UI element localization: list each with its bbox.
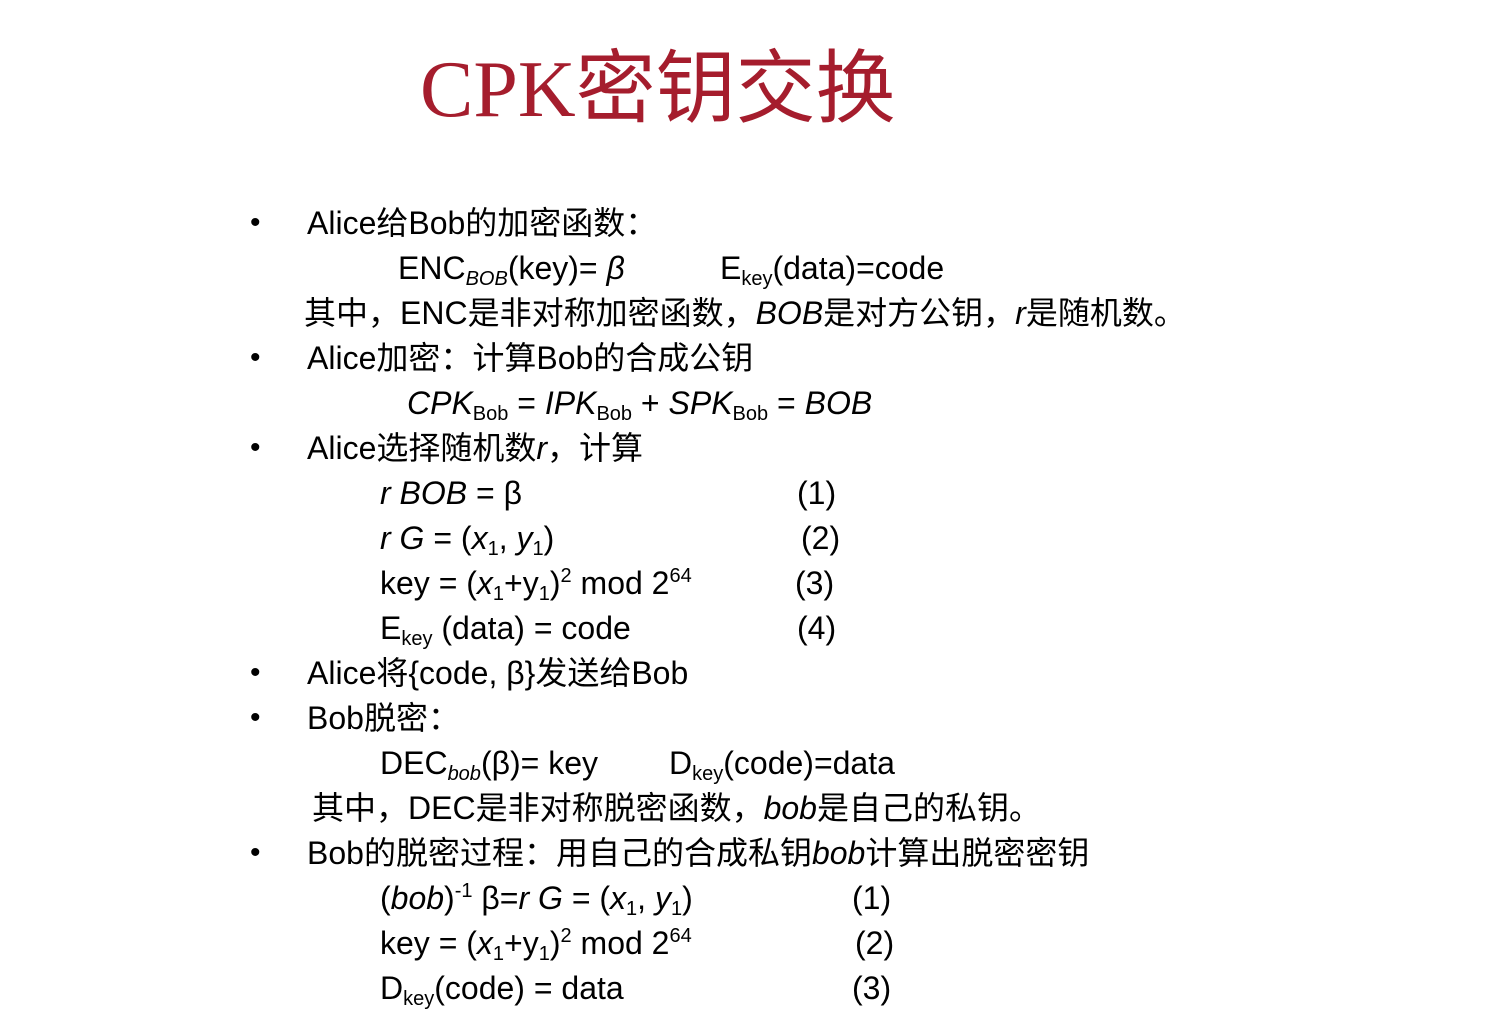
dec-formula: DECbob(β)= key — [380, 745, 599, 785]
enc-formula: ENCBOB(key)= β — [398, 250, 625, 290]
page-title: CPK密钥交换 — [420, 46, 896, 134]
bullet-dot: • — [250, 341, 261, 374]
bullet-2-text: Alice加密：计算Bob的合成公钥 — [307, 340, 754, 376]
bullet-dot: • — [250, 656, 261, 689]
step-1-1-num: (1) — [797, 475, 837, 511]
step-1-2: r G = (x1, y1) — [380, 520, 555, 560]
bullet-dot: • — [250, 701, 261, 734]
step-2-3: Dkey(code) = data — [380, 970, 624, 1010]
step-1-4: Ekey (data) = code — [380, 610, 631, 650]
step-1-4-num: (4) — [797, 610, 837, 646]
step-1-3-num: (3) — [795, 565, 835, 601]
cpk-formula: CPKBob = IPKBob + SPKBob = BOB — [407, 385, 873, 425]
bullet-3-text: Alice选择随机数r，计算 — [307, 430, 644, 466]
dkey-formula: Dkey(code)=data — [669, 745, 895, 785]
step-1-3: key = (x1+y1)2 mod 264 — [380, 565, 692, 605]
step-2-2-num: (2) — [855, 925, 895, 961]
step-2-1-num: (1) — [852, 880, 892, 916]
bullet-dot: • — [250, 431, 261, 464]
step-2-1: (bob)-1 β=r G = (x1, y1) — [380, 880, 693, 920]
step-2-2: key = (x1+y1)2 mod 264 — [380, 925, 692, 965]
bullet-4-text: Alice将{code, β}发送给Bob — [307, 655, 689, 691]
ekey-formula: Ekey(data)=code — [720, 250, 945, 290]
bullet-6-text: Bob的脱密过程：用自己的合成私钥bob计算出脱密密钥 — [307, 835, 1090, 871]
step-2-3-num: (3) — [852, 970, 892, 1006]
bullet-dot: • — [250, 206, 261, 239]
bullet-5-text: Bob脱密： — [307, 700, 460, 736]
step-1-2-num: (2) — [801, 520, 841, 556]
bullet-dot: • — [250, 836, 261, 869]
bullet-1-text: Alice给Bob的加密函数： — [307, 205, 658, 241]
step-1-1: r BOB = β — [380, 475, 522, 511]
note-2: 其中，DEC是非对称脱密函数，bob是自己的私钥。 — [312, 790, 1041, 826]
note-1: 其中，ENC是非对称加密函数，BOB是对方公钥，r是随机数。 — [304, 295, 1186, 331]
